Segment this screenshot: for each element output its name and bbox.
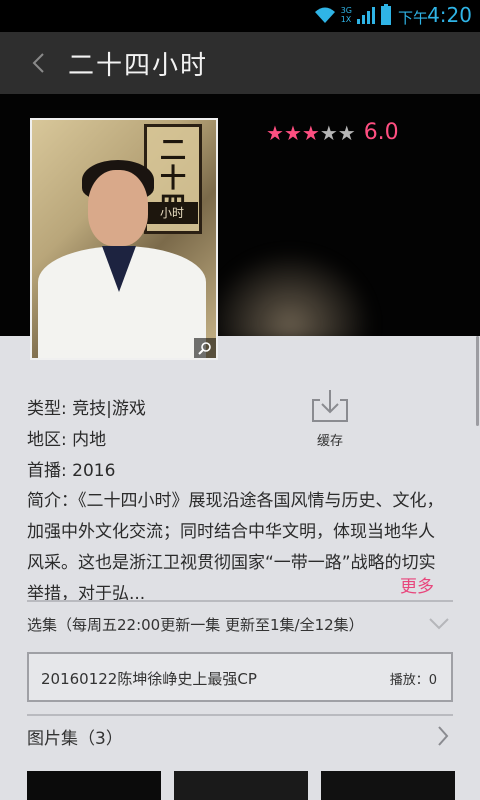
meta-region: 地区: 内地 (27, 425, 106, 450)
meta-type: 类型: 竞技|游戏 (27, 394, 146, 419)
gallery-thumbnail[interactable] (321, 771, 455, 800)
hero-background-blur (200, 244, 380, 336)
network-type: 3G 1X (341, 6, 352, 24)
meta-premiere: 首播: 2016 (27, 456, 115, 481)
poster-title-char: 十 (159, 164, 186, 194)
network-type-top: 3G (340, 6, 352, 15)
poster-image[interactable]: 二 十 四 小时 (30, 118, 218, 360)
cache-button[interactable]: 缓存 (304, 388, 356, 449)
status-icons: 3G 1X (313, 4, 392, 26)
scrollbar[interactable] (476, 336, 479, 426)
chevron-down-icon (429, 618, 449, 630)
rating-score: 6.0 (363, 120, 399, 145)
divider (27, 600, 453, 602)
meta-premiere-value: 2016 (72, 461, 116, 481)
poster-title-char: 二 (159, 136, 186, 166)
page-title: 二十四小时 (68, 50, 209, 81)
cache-label: 缓存 (316, 434, 343, 449)
more-link[interactable]: 更多 (400, 572, 434, 597)
gallery-header[interactable]: 图片集（3） (27, 724, 453, 752)
zoom-button[interactable] (194, 338, 216, 358)
download-icon (312, 390, 348, 422)
episodes-header-text: 选集（每周五22:00更新一集 更新至1集/全12集） (27, 616, 364, 634)
battery-icon (381, 4, 391, 25)
gallery-thumbnail[interactable] (27, 771, 161, 800)
star-icon: ★ (266, 120, 284, 145)
meta-type-value: 竞技|游戏 (72, 399, 146, 419)
divider (27, 714, 453, 716)
summary-text: 《二十四小时》展现沿途各国风情与历史、文化，加强中外文化交流；同时结合中华文明，… (27, 491, 444, 604)
gallery-header-text: 图片集（3） (27, 729, 123, 749)
meta-region-value: 内地 (72, 430, 107, 450)
episode-play-count: 播放：0 (389, 673, 437, 688)
poster-person-head (88, 170, 148, 246)
episode-item[interactable]: 20160122陈坤徐峥史上最强CP 播放：0 (27, 652, 453, 702)
episodes-header[interactable]: 选集（每周五22:00更新一集 更新至1集/全12集） (27, 614, 453, 640)
meta-type-label: 类型: (27, 399, 67, 419)
meta-premiere-label: 首播: (27, 461, 67, 481)
chevron-left-icon (32, 53, 44, 73)
meta-region-label: 地区: (27, 430, 67, 450)
back-button[interactable] (18, 32, 58, 94)
gallery-thumbnail[interactable] (174, 771, 308, 800)
status-ampm: 下午 (397, 9, 428, 27)
star-icon: ★ (301, 120, 320, 145)
star-icon: ★ (337, 120, 356, 145)
star-icon: ★ (319, 120, 338, 145)
poster-subtitle: 小时 (146, 202, 198, 224)
rating: ★ ★ ★ ★ ★ 6.0 (266, 120, 399, 145)
network-type-bottom: 1X (340, 15, 352, 24)
wifi-icon (314, 7, 335, 23)
episode-title: 20160122陈坤徐峥史上最强CP (41, 670, 257, 688)
status-bar: 3G 1X 下午 4:20 (0, 0, 480, 32)
search-icon (198, 342, 211, 355)
signal-icon (357, 7, 375, 24)
status-clock: 4:20 (427, 3, 472, 27)
star-icon: ★ (283, 120, 302, 145)
chevron-right-icon (438, 726, 449, 746)
summary: 简介：《二十四小时》展现沿途各国风情与历史、文化，加强中外文化交流；同时结合中华… (27, 486, 447, 610)
summary-label: 简介： (27, 491, 78, 511)
title-bar: 二十四小时 (0, 32, 480, 94)
